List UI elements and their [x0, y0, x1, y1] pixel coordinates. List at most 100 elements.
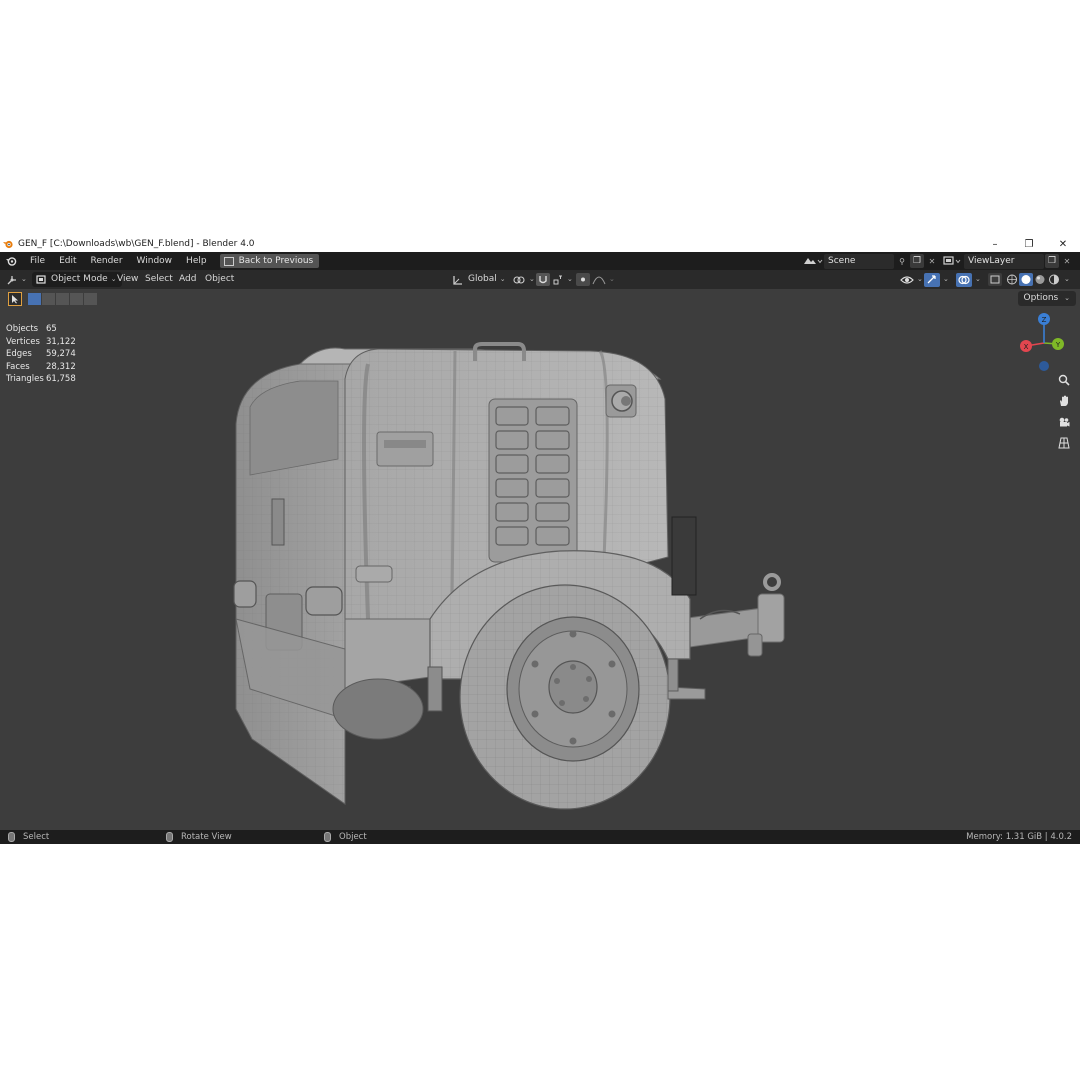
stat-value: 61,758: [46, 374, 76, 384]
mouse-left-icon: [8, 832, 15, 842]
object-mode-label: Object Mode: [51, 274, 108, 284]
stat-label: Objects: [6, 324, 39, 334]
viewport-header: ⌄ Object Mode ⌄ View Select Add Object G…: [0, 270, 1080, 289]
select-mode-extend-icon[interactable]: [42, 293, 55, 305]
editor-type-icon: [7, 275, 16, 284]
view-layer-name-field[interactable]: ViewLayer: [964, 253, 1044, 269]
delete-view-layer-icon[interactable]: ✕: [1060, 254, 1074, 268]
view-layer-icon: [943, 256, 961, 265]
status-select-label: Select: [23, 832, 50, 842]
options-dropdown[interactable]: Options ⌄: [1017, 291, 1076, 306]
header-menu-object[interactable]: Object: [198, 272, 241, 287]
eye-icon: [900, 275, 914, 284]
transform-orientation-dropdown[interactable]: Global ⌄: [452, 272, 506, 287]
new-view-layer-icon[interactable]: ❐: [1045, 254, 1059, 268]
back-to-previous-label: Back to Previous: [238, 256, 314, 266]
orientation-label: Global: [468, 274, 497, 284]
status-rotate: Rotate View: [166, 830, 232, 844]
select-box-tool[interactable]: [8, 292, 22, 306]
view-layer-selector[interactable]: ViewLayer ❐ ✕: [942, 253, 1074, 269]
mouse-right-icon: [324, 832, 331, 842]
gizmo-x-label: X: [1024, 343, 1029, 351]
pivot-dropdown[interactable]: ⌄: [512, 272, 535, 287]
blender-topbar: File Edit Render Window Help Back to Pre…: [0, 252, 1080, 270]
blender-logo-icon: [3, 240, 13, 249]
menu-window[interactable]: Window: [130, 252, 180, 270]
wireframe-shading-icon[interactable]: [1005, 273, 1019, 286]
stat-value: 59,274: [46, 349, 76, 359]
status-object-label: Object: [339, 832, 367, 842]
rear-panel: [671, 516, 697, 596]
gizmo-neg-z-icon[interactable]: [1039, 361, 1049, 371]
select-mode-subtract-icon[interactable]: [56, 293, 69, 305]
menu-help[interactable]: Help: [179, 252, 214, 270]
stat-label: Edges: [6, 349, 32, 359]
object-mode-dropdown[interactable]: Object Mode ⌄: [32, 272, 122, 287]
stat-label: Triangles: [6, 374, 44, 384]
delete-scene-icon[interactable]: ✕: [925, 254, 939, 268]
gizmo-z-label: Z: [1042, 316, 1047, 324]
pivot-icon: [513, 275, 525, 284]
overlays-toggle[interactable]: ⌄: [956, 272, 981, 287]
suspension-spring: [427, 666, 443, 712]
proportional-edit-toggle[interactable]: [576, 272, 590, 287]
window-titlebar: GEN_F [C:\Downloads\wb\GEN_F.blend] - Bl…: [0, 236, 1080, 252]
back-to-previous-button[interactable]: Back to Previous: [219, 254, 320, 268]
new-scene-icon[interactable]: ❐: [910, 254, 924, 268]
rear-wheel: [332, 678, 424, 740]
xray-toggle[interactable]: [988, 272, 1002, 287]
camera-icon[interactable]: [1055, 413, 1073, 431]
editor-type-button[interactable]: ⌄: [6, 272, 27, 287]
snap-target-icon: [553, 275, 562, 284]
blender-menu-icon[interactable]: [3, 253, 19, 269]
select-mode-intersect-icon[interactable]: [84, 293, 97, 305]
scene-selector[interactable]: Scene ⚲ ❐ ✕: [802, 253, 939, 269]
menu-file[interactable]: File: [23, 252, 52, 270]
restore-button[interactable]: ❐: [1012, 236, 1046, 252]
select-mode-invert-icon[interactable]: [70, 293, 83, 305]
snap-target-dropdown[interactable]: ⌄: [552, 272, 573, 287]
pin-icon[interactable]: ⚲: [895, 254, 909, 268]
menu-edit[interactable]: Edit: [52, 252, 83, 270]
trailer-generator-model: [233, 342, 785, 810]
overlays-icon: [956, 272, 972, 287]
stat-value: 31,122: [46, 336, 76, 347]
gizmo-y-label: Y: [1055, 341, 1061, 349]
falloff-curve-icon: [592, 276, 606, 284]
stat-value: 28,312: [46, 361, 76, 372]
xray-icon: [988, 273, 1002, 286]
shading-modes: ⌄: [1005, 272, 1070, 287]
scene-name-field[interactable]: Scene: [824, 253, 894, 269]
gizmo-arrows-icon: [924, 272, 940, 287]
status-bar: Select Rotate View Object Memory: 1.31 G…: [0, 830, 1080, 844]
cursor-arrow-icon: [12, 295, 18, 304]
rendered-shading-icon[interactable]: [1047, 273, 1061, 286]
grid-icon[interactable]: [1055, 434, 1073, 452]
stat-label: Vertices: [6, 336, 40, 347]
3d-viewport[interactable]: Objects 65 Vertices 31,122 Edges 59,274 Fac…: [0, 289, 1080, 830]
material-shading-icon[interactable]: [1033, 273, 1047, 286]
solid-shading-icon[interactable]: [1019, 273, 1033, 286]
stat-row: Triangles 61,758: [6, 373, 76, 386]
scene-icon: [804, 258, 823, 264]
snap-toggle[interactable]: [536, 272, 550, 287]
minimize-button[interactable]: –: [978, 236, 1012, 252]
options-label: Options: [1023, 293, 1059, 303]
navigation-gizmo[interactable]: X Y Z: [1012, 311, 1072, 371]
pan-hand-icon[interactable]: [1055, 392, 1073, 410]
gizmo-toggle[interactable]: ⌄: [924, 272, 949, 287]
status-rotate-label: Rotate View: [181, 832, 232, 842]
select-mode-new-icon[interactable]: [28, 293, 41, 305]
snap-magnet-icon: [536, 273, 550, 286]
falloff-dropdown[interactable]: ⌄: [592, 272, 615, 287]
window-title: GEN_F [C:\Downloads\wb\GEN_F.blend] - Bl…: [18, 239, 255, 249]
menu-render[interactable]: Render: [84, 252, 130, 270]
jack-post: [667, 658, 679, 692]
mouse-middle-icon: [166, 832, 173, 842]
visibility-dropdown[interactable]: ⌄: [900, 272, 923, 287]
tool-selector-row: [8, 292, 98, 306]
scene-statistics: Objects 65 Vertices 31,122 Edges 59,274 Fac…: [6, 323, 76, 386]
stat-row: Vertices 31,122: [6, 336, 76, 349]
zoom-icon[interactable]: [1055, 371, 1073, 389]
close-window-button[interactable]: ✕: [1046, 236, 1080, 252]
